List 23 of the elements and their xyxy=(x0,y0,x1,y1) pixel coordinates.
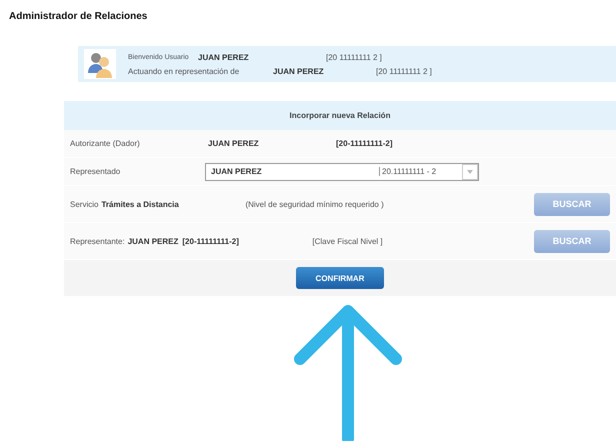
field-label: Representante: xyxy=(70,236,125,246)
user-name: JUAN PEREZ xyxy=(198,52,250,62)
user-id: [20 11111111 2 ] xyxy=(326,52,382,62)
service-name: Trámites a Distancia xyxy=(101,200,180,208)
form-heading: Incorporar nueva Relación xyxy=(64,101,616,130)
field-label: Servicio xyxy=(70,200,98,208)
autorizante-name: JUAN PEREZ xyxy=(208,139,260,148)
security-level-note: (Nivel de seguridad mínimo requerido ) xyxy=(245,200,384,208)
acting-user-name: JUAN PEREZ xyxy=(273,66,325,76)
representante-id: [20-11111111-2] xyxy=(182,236,240,246)
up-arrow-icon xyxy=(292,303,404,441)
dropdown-caret-icon xyxy=(462,164,478,180)
field-label: Autorizante (Dador) xyxy=(70,139,141,148)
autorizante-id: [20-11111111-2] xyxy=(336,139,393,148)
field-label: Representado xyxy=(70,167,122,176)
users-icon xyxy=(84,49,116,79)
confirm-button[interactable]: CONFIRMAR xyxy=(296,267,384,289)
key-level-note: [Clave Fiscal Nivel ] xyxy=(312,236,383,246)
representado-select[interactable]: JUAN PEREZ 20.11111111 - 2 xyxy=(205,162,479,180)
acting-user-id: [20 11111111 2 ] xyxy=(376,66,432,76)
acting-label: Actuando en representación de xyxy=(128,66,240,76)
representante-name: JUAN PEREZ xyxy=(128,236,178,246)
page-title: Administrador de Relaciones xyxy=(8,10,148,24)
